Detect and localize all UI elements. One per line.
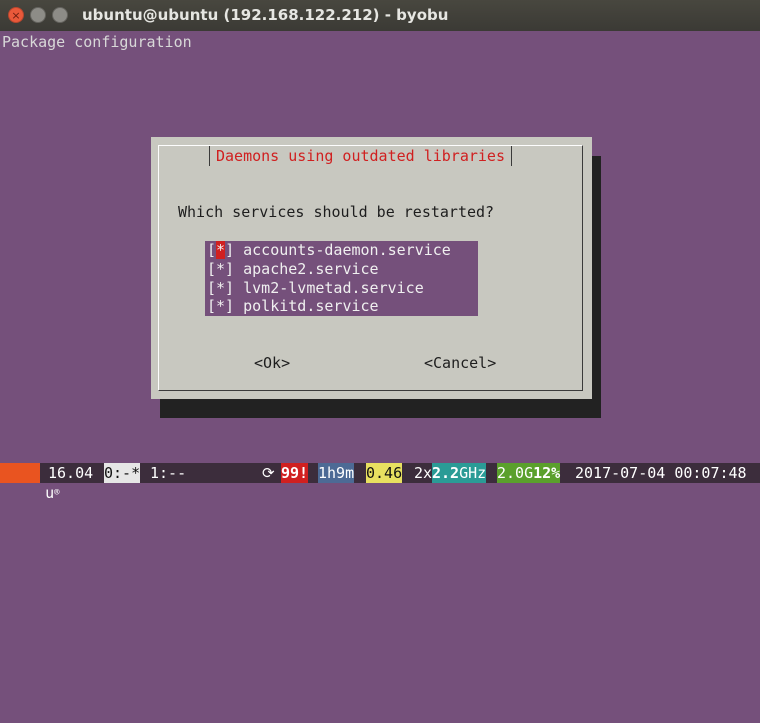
checkbox[interactable]: [*] — [207, 297, 234, 315]
minimize-window-button[interactable] — [30, 7, 46, 23]
dialog-title: Daemons using outdated libraries — [209, 146, 512, 166]
title-bar: × ubuntu@ubuntu (192.168.122.212) - byob… — [0, 0, 760, 31]
package-configuration-header: Package configuration — [2, 33, 192, 51]
updates-icon: ⟳ — [262, 464, 275, 482]
services-checklist: [*] accounts-daemon.service [*] apache2.… — [205, 241, 478, 316]
maximize-window-button[interactable] — [52, 7, 68, 23]
service-label: apache2.service — [243, 259, 379, 278]
cpu-frequency: 2.2GHz — [432, 463, 487, 483]
window-title: ubuntu@ubuntu (192.168.122.212) - byobu — [82, 6, 449, 24]
mem-percent: 12% — [533, 464, 561, 482]
ubuntu-logo-icon: u® — [0, 463, 60, 502]
window-tab-0[interactable]: 0:-* — [104, 463, 141, 483]
uptime: 1h9m — [318, 463, 355, 483]
logo-mark: ® — [54, 488, 60, 498]
close-window-button[interactable]: × — [8, 7, 24, 23]
checkbox[interactable]: [*] — [207, 260, 234, 278]
updates-available: 99! — [281, 463, 309, 483]
service-label: polkitd.service — [243, 297, 379, 316]
logo-letter: u — [45, 484, 55, 502]
service-label: lvm2-lvmetad.service — [243, 278, 424, 297]
window-tab-1[interactable]: 1:-- — [150, 463, 186, 483]
byobu-status-bar: u® 16.04 0:-* 1:-- ⟳ 99! 1h9m 0.46 2x 2.… — [0, 463, 760, 502]
checkbox[interactable]: [*] — [207, 279, 234, 297]
cpu-freq-unit: GHz — [459, 464, 487, 482]
service-item-apache2[interactable]: [*] apache2.service — [205, 260, 478, 279]
mem-value: 2.0G — [497, 464, 534, 482]
dialog-prompt: Which services should be restarted? — [178, 203, 495, 221]
cancel-button[interactable]: <Cancel> — [424, 354, 496, 372]
service-label: accounts-daemon.service — [243, 241, 451, 259]
service-item-lvm2-lvmetad[interactable]: [*] lvm2-lvmetad.service — [205, 279, 478, 298]
date-time: 2017-07-04 00:07:48 — [575, 464, 747, 482]
release-version: 16.04 — [48, 464, 94, 482]
checkbox-checked-cursor[interactable]: * — [216, 241, 226, 259]
service-item-accounts-daemon[interactable]: [*] accounts-daemon.service — [205, 241, 478, 260]
memory-usage: 2.0G12% — [497, 463, 561, 483]
cpu-freq-value: 2.2 — [432, 464, 460, 482]
terminal-area[interactable]: Package configuration Daemons using outd… — [0, 31, 760, 463]
restart-services-dialog: Daemons using outdated libraries Which s… — [151, 137, 592, 399]
dialog-frame: Daemons using outdated libraries Which s… — [158, 145, 583, 391]
service-item-polkitd[interactable]: [*] polkitd.service — [205, 297, 478, 316]
checkbox-close: ] — [225, 241, 244, 259]
ok-button[interactable]: <Ok> — [254, 354, 290, 372]
load-average: 0.46 — [366, 463, 403, 483]
cpu-count: 2x — [414, 464, 433, 482]
checkbox-open: [ — [207, 241, 217, 259]
